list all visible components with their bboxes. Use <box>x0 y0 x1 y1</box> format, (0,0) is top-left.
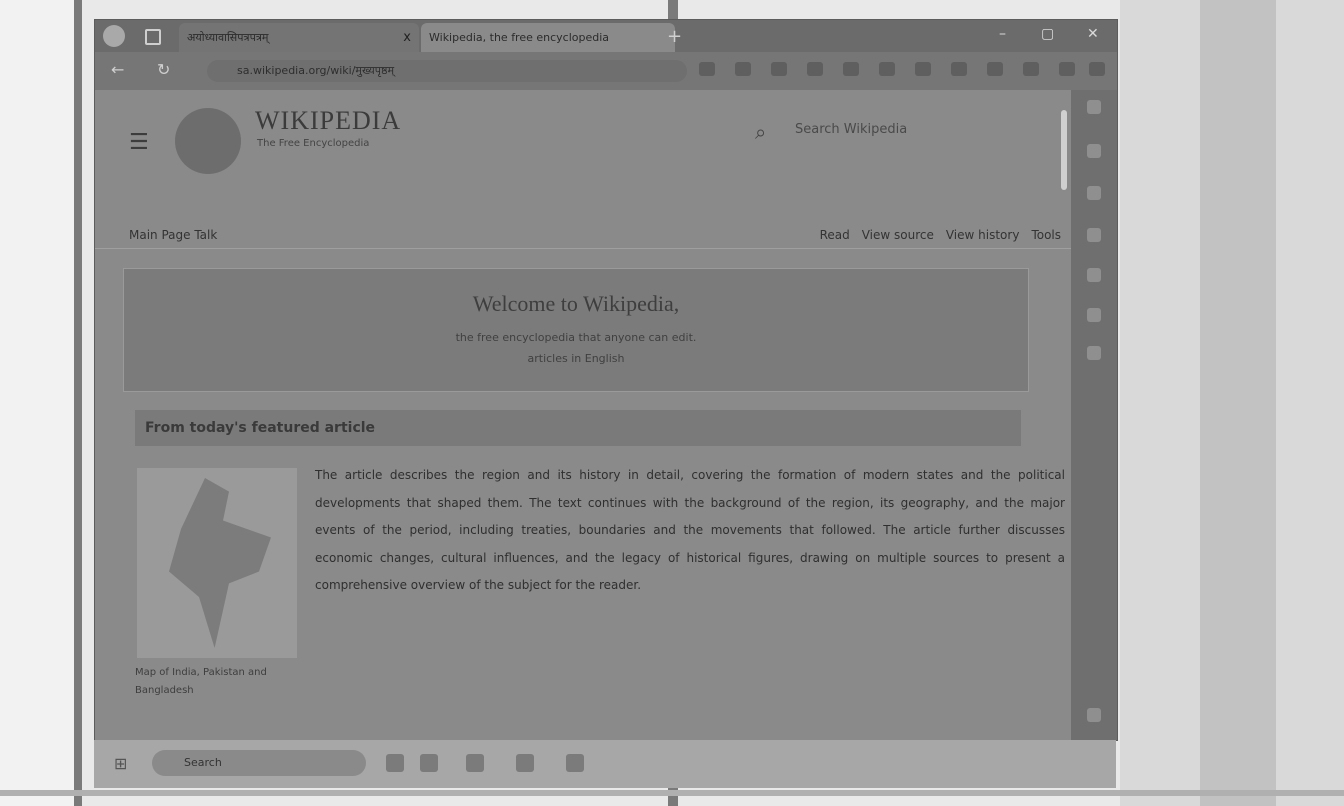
tab-view-history[interactable]: View history <box>946 228 1020 242</box>
background-panel <box>0 0 74 806</box>
browser-sidebar <box>1071 90 1117 740</box>
taskbar-app-icon[interactable] <box>566 754 584 772</box>
extension-icon[interactable] <box>915 62 931 76</box>
taskbar-app-icon[interactable] <box>466 754 484 772</box>
welcome-banner: Welcome to Wikipedia, the free encyclope… <box>123 268 1029 392</box>
extension-icon[interactable] <box>735 62 751 76</box>
extension-icon[interactable] <box>879 62 895 76</box>
sidebar-icon[interactable] <box>1087 100 1101 114</box>
tab-close-icon[interactable]: x <box>403 30 411 45</box>
downloads-icon[interactable] <box>1023 62 1039 76</box>
tab-read[interactable]: Read <box>820 228 850 242</box>
featured-article-heading: From today's featured article <box>135 410 1021 446</box>
map-shape <box>169 478 271 648</box>
search-icon[interactable]: ⌕ <box>755 120 766 144</box>
url-field[interactable]: sa.wikipedia.org/wiki/मुख्यपृष्ठम् <box>207 60 687 82</box>
taskbar-app-icon[interactable] <box>386 754 404 772</box>
taskbar: ⊞ Search <box>94 740 1116 788</box>
sidebar-icon[interactable] <box>1087 268 1101 282</box>
settings-icon[interactable] <box>1059 62 1075 76</box>
welcome-title: Welcome to Wikipedia, <box>472 291 680 316</box>
extension-icon[interactable] <box>987 62 1003 76</box>
close-button[interactable]: ✕ <box>1087 26 1099 42</box>
settings-icon[interactable] <box>1087 708 1101 722</box>
back-icon[interactable]: ← <box>111 60 124 79</box>
tab-1[interactable]: अयोध्यावासिपत्रपत्रम् x <box>179 23 419 52</box>
tab-2-label: Wikipedia, the free encyclopedia <box>429 31 610 44</box>
taskbar-app-icon[interactable] <box>516 754 534 772</box>
extension-icon[interactable] <box>807 62 823 76</box>
background-divider <box>0 790 1344 796</box>
address-bar-row: ← ↻ sa.wikipedia.org/wiki/मुख्यपृष्ठम् <box>95 52 1117 90</box>
sidebar-icon[interactable] <box>1087 346 1101 360</box>
tab-2[interactable]: Wikipedia, the free encyclopedia <box>421 23 675 52</box>
tab-tools[interactable]: Tools <box>1031 228 1061 242</box>
brand-name: WIKIPEDIA <box>255 106 402 135</box>
workspace-icon[interactable] <box>145 29 161 45</box>
menu-icon[interactable]: ☰ <box>129 130 149 155</box>
wikipedia-logo[interactable] <box>175 108 241 174</box>
page-subnav: Main Page Talk Read View source View his… <box>95 220 1071 250</box>
featured-image[interactable] <box>137 468 297 658</box>
background-divider <box>1200 0 1276 806</box>
sidebar-icon[interactable] <box>1087 228 1101 242</box>
featured-article-text: The article describes the region and its… <box>315 468 1065 592</box>
page-tabs[interactable]: Main Page Talk <box>129 228 217 242</box>
tab-bar: अयोध्यावासिपत्रपत्रम् x Wikipedia, the f… <box>95 20 1117 52</box>
search-input[interactable]: Search Wikipedia <box>795 122 907 137</box>
extension-icon[interactable] <box>951 62 967 76</box>
new-tab-button[interactable]: + <box>667 26 682 47</box>
tab-view-source[interactable]: View source <box>862 228 934 242</box>
tab-1-label: अयोध्यावासिपत्रपत्रम् <box>187 31 269 44</box>
maximize-button[interactable]: ▢ <box>1041 26 1054 42</box>
welcome-line-1: the free encyclopedia that anyone can ed… <box>455 331 697 344</box>
taskbar-search[interactable]: Search <box>152 750 366 776</box>
featured-image-caption: Map of India, Pakistan and Bangladesh <box>135 667 267 696</box>
web-page: ☰ WIKIPEDIA The Free Encyclopedia ⌕ Sear… <box>95 90 1071 740</box>
refresh-icon[interactable]: ↻ <box>157 60 170 79</box>
sidebar-icon[interactable] <box>1087 308 1101 322</box>
profile-icon[interactable] <box>103 25 125 47</box>
background-divider <box>74 0 82 806</box>
bookmark-icon[interactable] <box>699 62 715 76</box>
browser-window: अयोध्यावासिपत्रपत्रम् x Wikipedia, the f… <box>94 19 1118 741</box>
scrollbar-thumb[interactable] <box>1061 110 1067 190</box>
page-actions: Read View source View history Tools <box>820 228 1061 242</box>
divider <box>95 248 1071 249</box>
start-icon[interactable]: ⊞ <box>114 754 127 773</box>
taskbar-app-icon[interactable] <box>420 754 438 772</box>
sidebar-icon[interactable] <box>1087 144 1101 158</box>
minimize-button[interactable]: – <box>999 26 1006 42</box>
welcome-line-2: articles in English <box>527 352 625 365</box>
profile-avatar-icon[interactable] <box>1089 62 1105 76</box>
extension-icon[interactable] <box>771 62 787 76</box>
brand-tagline: The Free Encyclopedia <box>257 138 370 149</box>
sidebar-icon[interactable] <box>1087 186 1101 200</box>
extension-icon[interactable] <box>843 62 859 76</box>
